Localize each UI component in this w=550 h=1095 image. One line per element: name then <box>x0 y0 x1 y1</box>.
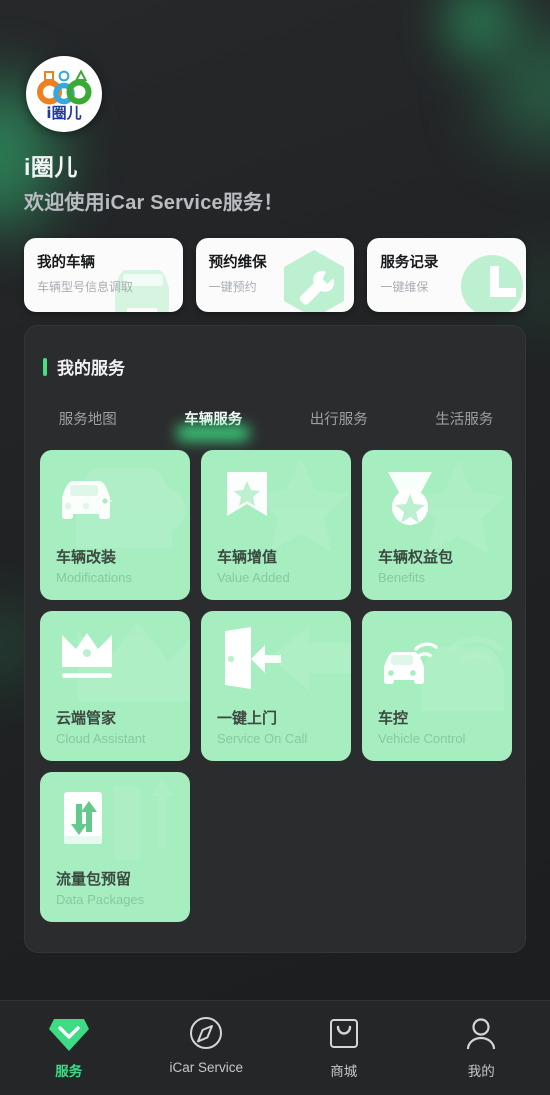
quick-card-book-maintenance[interactable]: 预约维保 一键预约 <box>195 238 355 312</box>
quick-actions-row: 我的车辆 车辆型号信息调取 预约维保 一键预约 服务记录 一键维保 <box>24 238 527 312</box>
service-tile-service-on-call[interactable]: 一键上门 Service On Call <box>201 611 351 761</box>
welcome-subtitle: 欢迎使用iCar Service服务！ <box>24 192 284 214</box>
tab-travel-service[interactable]: 出行服务 <box>276 402 402 435</box>
brand-logo-icon: i圈儿 <box>37 69 92 122</box>
person-icon <box>467 1018 496 1050</box>
nav-item-icar-service[interactable]: iCar Service <box>138 1015 276 1075</box>
nav-item-services[interactable]: 服务 <box>0 1015 138 1080</box>
bottom-navigation: 服务 iCar Service 商城 我的 <box>0 1000 550 1095</box>
service-tile-cloud-assistant[interactable]: 云端管家 Cloud Assistant <box>40 611 190 761</box>
section-accent-bar <box>43 357 47 376</box>
nav-label: 服务 <box>55 1064 83 1079</box>
tab-life-service[interactable]: 生活服务 <box>402 402 528 435</box>
app-root: i圈儿 i圈儿 欢迎使用iCar Service服务！ 我的车辆 车辆型号信息调… <box>0 0 550 1095</box>
panel-header: 我的服务 <box>43 354 125 379</box>
tile-title-cn: 一键上门 <box>217 710 278 727</box>
wrench-hexagon-icon <box>284 250 345 312</box>
car-gear-icon <box>62 481 113 519</box>
quick-card-title: 预约维保 <box>208 255 267 271</box>
section-title: 我的服务 <box>57 359 125 378</box>
tile-title-en: Modifications <box>56 570 132 585</box>
tile-title-cn: 车控 <box>378 710 409 727</box>
tab-label: 服务地图 <box>58 412 117 428</box>
data-transfer-icon <box>64 792 102 844</box>
tab-service-map[interactable]: 服务地图 <box>25 402 151 435</box>
tile-title-en: Value Added <box>217 570 290 585</box>
service-tiles-grid: 车辆改装 Modifications 车辆增值 Value Added 车辆权益… <box>40 450 512 922</box>
background-glow-orb <box>488 30 550 148</box>
active-tab-glow <box>176 425 251 441</box>
tile-title-en: Cloud Assistant <box>56 731 146 746</box>
tile-title-en: Data Packages <box>56 892 145 907</box>
service-tabs: 服务地图 车辆服务 出行服务 生活服务 <box>25 402 528 441</box>
tab-label: 出行服务 <box>309 412 368 428</box>
tab-label: 生活服务 <box>435 412 494 428</box>
service-tile-data-packages[interactable]: 流量包预留 Data Packages <box>40 772 190 922</box>
tile-title-cn: 车辆增值 <box>217 549 278 566</box>
tile-title-en: Vehicle Control <box>378 731 466 746</box>
medal-star-icon <box>388 472 432 525</box>
nav-item-mall[interactable]: 商城 <box>275 1015 413 1080</box>
crown-icon <box>62 633 112 678</box>
nav-label: iCar Service <box>169 1060 244 1075</box>
quick-card-subtitle: 一键预约 <box>208 280 257 294</box>
car-wifi-icon <box>384 642 438 684</box>
nav-label: 商城 <box>330 1064 358 1079</box>
nav-item-mine[interactable]: 我的 <box>413 1015 550 1080</box>
service-tile-modifications[interactable]: 车辆改装 Modifications <box>40 450 190 600</box>
quick-card-service-records[interactable]: 服务记录 一键维保 <box>367 238 527 312</box>
tile-title-en: Benefits <box>378 570 425 585</box>
compass-icon <box>190 1017 223 1049</box>
service-tile-benefits[interactable]: 车辆权益包 Benefits <box>362 450 512 600</box>
shield-check-icon <box>48 1019 89 1051</box>
nav-label: 我的 <box>467 1064 495 1079</box>
tile-title-cn: 云端管家 <box>56 710 117 727</box>
my-services-panel: 我的服务 服务地图 车辆服务 出行服务 生活服务 车辆改装 Modificati… <box>24 325 526 953</box>
quick-card-title: 我的车辆 <box>37 255 95 271</box>
badge-star-icon <box>227 472 267 516</box>
quick-card-my-vehicle[interactable]: 我的车辆 车辆型号信息调取 <box>24 238 183 312</box>
tile-title-en: Service On Call <box>217 731 308 746</box>
door-arrow-icon <box>225 627 281 689</box>
svg-text:i圈儿: i圈儿 <box>46 104 81 122</box>
quick-card-subtitle: 一键维保 <box>380 280 429 294</box>
background-glow-orb <box>448 0 510 52</box>
tile-title-cn: 车辆改装 <box>56 549 117 566</box>
page-title: i圈儿 <box>24 154 78 180</box>
clock-icon <box>461 255 524 312</box>
quick-card-subtitle: 车辆型号信息调取 <box>37 280 134 294</box>
app-logo[interactable]: i圈儿 <box>26 56 102 132</box>
tile-title-cn: 车辆权益包 <box>378 549 454 566</box>
service-tile-value-added[interactable]: 车辆增值 Value Added <box>201 450 351 600</box>
quick-card-title: 服务记录 <box>380 255 439 271</box>
tab-vehicle-service[interactable]: 车辆服务 <box>151 402 277 441</box>
tile-title-cn: 流量包预留 <box>56 871 132 888</box>
shopping-bag-icon <box>329 1019 358 1048</box>
service-tile-vehicle-control[interactable]: 车控 Vehicle Control <box>362 611 512 761</box>
